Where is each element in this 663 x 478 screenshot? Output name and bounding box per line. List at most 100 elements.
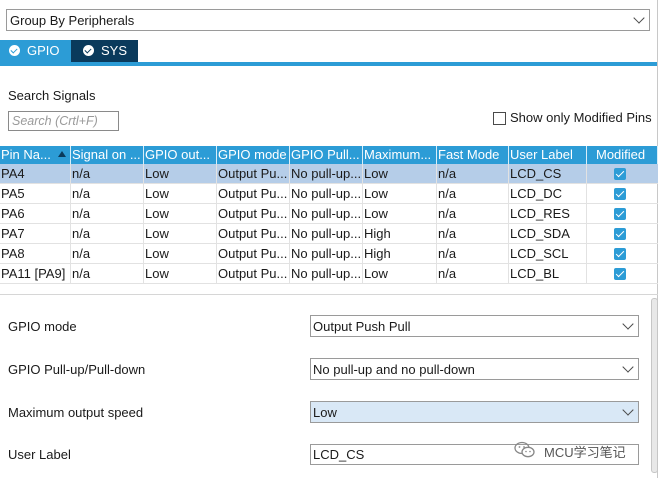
cell-gpio-output: Low [144,264,217,284]
column-header-label: Pin Na... [1,147,51,162]
search-placeholder: Search (Crtl+F) [12,114,98,128]
cell-user-label: LCD_BL [509,264,587,284]
cell-fast-mode: n/a [437,204,509,224]
column-header-signal[interactable]: Signal on ... [71,146,144,164]
table-row[interactable]: PA11 [PA9] n/a Low Output Pu... No pull-… [0,264,658,284]
cell-gpio-mode: Output Pu... [217,224,290,244]
cell-pin: PA5 [0,184,71,204]
cell-fast-mode: n/a [437,244,509,264]
column-header-gpio-output[interactable]: GPIO out... [144,146,217,164]
tab-sys-label: SYS [101,43,128,58]
cell-gpio-mode: Output Pu... [217,244,290,264]
chevron-down-icon [622,318,634,330]
cell-pin: PA7 [0,224,71,244]
check-circle-icon [83,45,94,56]
table-row[interactable]: PA5 n/a Low Output Pu... No pull-up... L… [0,184,658,204]
cell-fast-mode: n/a [437,184,509,204]
cell-pin: PA4 [0,164,71,184]
cell-signal: n/a [71,164,144,184]
column-header-user-label[interactable]: User Label [509,146,587,164]
cell-user-label: LCD_CS [509,164,587,184]
chevron-down-icon [633,12,645,24]
column-header-gpio-mode[interactable]: GPIO mode [217,146,290,164]
cell-max-speed: Low [363,264,437,284]
gpio-pull-select[interactable]: No pull-up and no pull-down [310,358,639,380]
cell-gpio-output: Low [144,244,217,264]
section-divider [0,294,658,295]
cell-fast-mode: n/a [437,224,509,244]
pin-table-body: PA4 n/a Low Output Pu... No pull-up... L… [0,164,658,284]
max-speed-label: Maximum output speed [8,405,144,420]
cell-max-speed: Low [363,204,437,224]
modified-checkbox[interactable] [614,248,626,260]
tab-underline [0,62,658,66]
chevron-down-icon [622,361,634,373]
pin-table-header: Pin Na... Signal on ... GPIO out... GPIO… [0,146,658,164]
table-row[interactable]: PA7 n/a Low Output Pu... No pull-up... H… [0,224,658,244]
modified-checkbox[interactable] [614,228,626,240]
column-header-gpio-pull[interactable]: GPIO Pull... [290,146,363,164]
gpio-mode-select[interactable]: Output Push Pull [310,315,639,337]
column-header-modified[interactable]: Modified [587,146,658,164]
cell-gpio-pull: No pull-up... [290,264,363,284]
cell-gpio-pull: No pull-up... [290,224,363,244]
user-label-label: User Label [8,447,71,462]
gpio-mode-value: Output Push Pull [313,319,411,334]
cell-pin: PA8 [0,244,71,264]
cell-gpio-pull: No pull-up... [290,164,363,184]
watermark-text: MCU学习笔记 [544,445,626,460]
cell-pin: PA11 [PA9] [0,264,71,284]
scrollbar-thumb[interactable] [651,298,658,473]
cell-max-speed: High [363,224,437,244]
column-header-pin-name[interactable]: Pin Na... [0,146,71,164]
cell-gpio-pull: No pull-up... [290,184,363,204]
column-header-fast-mode[interactable]: Fast Mode [437,146,509,164]
modified-checkbox[interactable] [614,168,626,180]
cell-gpio-mode: Output Pu... [217,164,290,184]
cell-user-label: LCD_DC [509,184,587,204]
table-row[interactable]: PA4 n/a Low Output Pu... No pull-up... L… [0,164,658,184]
wechat-icon [514,441,535,458]
group-by-value: Group By Peripherals [10,13,135,28]
search-input[interactable]: Search (Crtl+F) [8,111,119,131]
cell-gpio-output: Low [144,184,217,204]
cell-user-label: LCD_RES [509,204,587,224]
cell-signal: n/a [71,224,144,244]
cell-gpio-mode: Output Pu... [217,264,290,284]
cell-gpio-output: Low [144,204,217,224]
cell-user-label: LCD_SDA [509,224,587,244]
tab-bar: GPIO SYS [0,40,658,62]
cell-gpio-mode: Output Pu... [217,204,290,224]
cell-signal: n/a [71,184,144,204]
cell-max-speed: Low [363,184,437,204]
modified-checkbox[interactable] [614,188,626,200]
modified-checkbox[interactable] [614,268,626,280]
max-speed-value: Low [313,405,337,420]
cell-max-speed: Low [363,164,437,184]
cell-gpio-pull: No pull-up... [290,244,363,264]
cell-gpio-output: Low [144,164,217,184]
check-circle-icon [9,45,20,56]
modified-checkbox[interactable] [614,208,626,220]
tab-sys[interactable]: SYS [71,40,138,62]
cell-gpio-output: Low [144,224,217,244]
cell-signal: n/a [71,204,144,224]
cell-max-speed: High [363,244,437,264]
cell-gpio-mode: Output Pu... [217,184,290,204]
table-row[interactable]: PA6 n/a Low Output Pu... No pull-up... L… [0,204,658,224]
max-speed-select[interactable]: Low [310,401,639,423]
search-signals-label: Search Signals [8,88,96,103]
gpio-pull-label: GPIO Pull-up/Pull-down [8,362,146,377]
user-label-value: LCD_CS [313,447,365,462]
cell-pin: PA6 [0,204,71,224]
tab-gpio[interactable]: GPIO [0,40,71,62]
gpio-pull-value: No pull-up and no pull-down [313,362,475,377]
show-only-modified-checkbox[interactable] [493,112,506,125]
cell-user-label: LCD_SCL [509,244,587,264]
cell-fast-mode: n/a [437,164,509,184]
cell-fast-mode: n/a [437,264,509,284]
table-row[interactable]: PA8 n/a Low Output Pu... No pull-up... H… [0,244,658,264]
group-by-select[interactable]: Group By Peripherals [6,9,650,31]
show-only-modified-label: Show only Modified Pins [510,110,652,125]
column-header-max-speed[interactable]: Maximum... [363,146,437,164]
